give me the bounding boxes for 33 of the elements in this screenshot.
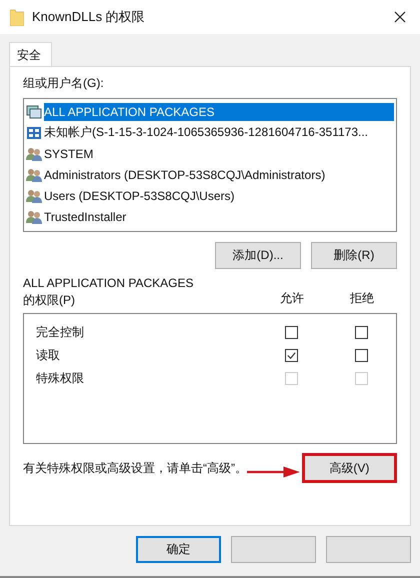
checkbox[interactable] xyxy=(284,349,298,362)
user-list-item[interactable]: TrustedInstaller xyxy=(26,206,394,227)
users-icon xyxy=(26,146,42,162)
permissions-label: ALL APPLICATION PACKAGES xyxy=(23,276,195,290)
checkbox[interactable] xyxy=(284,326,298,339)
checkbox[interactable] xyxy=(354,349,368,362)
folder-icon xyxy=(10,8,24,26)
dialog-button[interactable]: 确定 xyxy=(136,536,221,563)
user-list-item[interactable]: Administrators (DESKTOP-53S8CQJ\Administrators) xyxy=(26,164,394,185)
users-icon xyxy=(26,208,42,224)
close-icon[interactable] xyxy=(394,11,406,23)
permission-name: 特殊权限 xyxy=(35,370,85,387)
arrow-icon xyxy=(247,466,300,478)
user-list-item[interactable]: Users (DESKTOP-53S8CQJ\Users) xyxy=(26,185,394,206)
checkbox[interactable] xyxy=(354,326,368,339)
advanced-hint: 有关特殊权限或高级设置，请单击“高级”。 xyxy=(23,460,247,476)
user-list-item[interactable]: 未知帐户(S-1-15-3-1024-1065365936-1281604716-351173... xyxy=(26,122,394,143)
column-heading: 拒绝 xyxy=(349,290,375,307)
permissions-label: 的权限(P) xyxy=(23,292,76,309)
advanced-button[interactable]: 高级(V) xyxy=(302,453,397,483)
dialog-button[interactable]: 添加(D)... xyxy=(215,242,301,269)
permission-name: 读取 xyxy=(35,347,61,364)
grid-icon xyxy=(26,124,42,140)
tab[interactable]: 安全 xyxy=(9,42,52,66)
column-heading: 允许 xyxy=(279,290,305,307)
group-label: 组或用户名(G): xyxy=(23,75,105,91)
user-list-item[interactable]: SYSTEM xyxy=(26,143,394,164)
permission-name: 完全控制 xyxy=(35,324,85,341)
dialog-button[interactable]: 删除(R) xyxy=(311,242,397,269)
users-icon xyxy=(26,188,42,204)
users-icon xyxy=(26,166,42,182)
package-icon xyxy=(26,104,42,120)
window-title: KnownDLLs 的权限 xyxy=(32,8,146,26)
